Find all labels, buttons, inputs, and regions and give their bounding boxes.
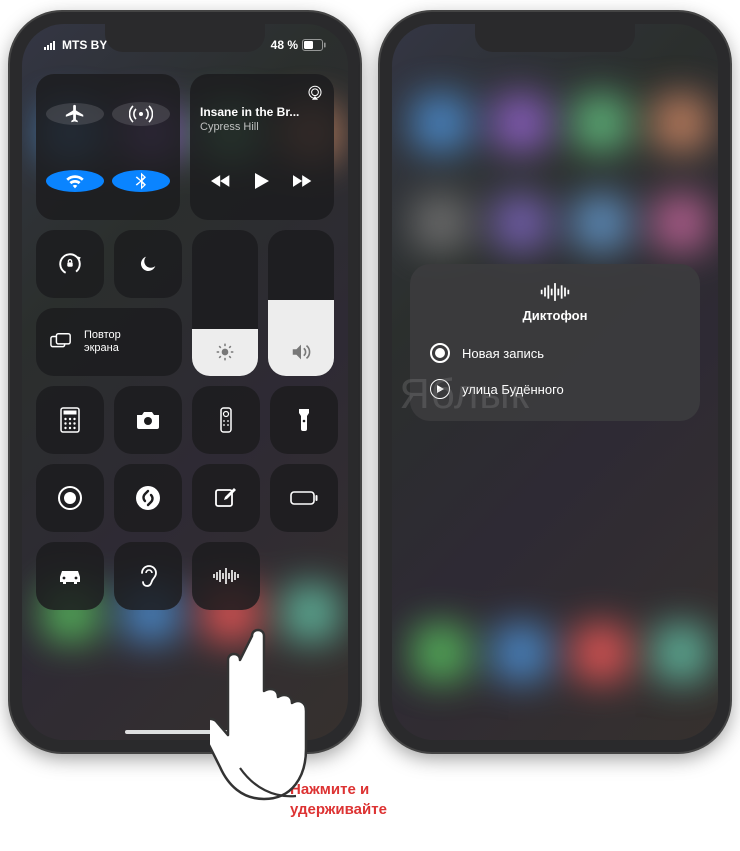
voice-memo-panel: Диктофон Новая запись улица Будённого bbox=[410, 264, 700, 421]
shortcut-grid bbox=[36, 386, 334, 610]
compose-button[interactable] bbox=[192, 464, 260, 532]
camera-button[interactable] bbox=[114, 386, 182, 454]
remote-button[interactable] bbox=[192, 386, 260, 454]
remote-icon bbox=[220, 407, 232, 433]
brightness-slider[interactable] bbox=[192, 230, 258, 376]
connectivity-group[interactable] bbox=[36, 74, 180, 220]
voice-memo-icon bbox=[212, 567, 240, 585]
volume-slider[interactable] bbox=[268, 230, 334, 376]
low-power-icon bbox=[290, 491, 318, 505]
bluetooth-icon bbox=[131, 170, 151, 192]
forward-icon[interactable] bbox=[293, 173, 313, 189]
airplay-icon[interactable] bbox=[306, 84, 324, 102]
notch bbox=[475, 24, 635, 52]
new-recording-item[interactable]: Новая запись bbox=[426, 335, 684, 371]
notch bbox=[105, 24, 265, 52]
moon-icon bbox=[137, 253, 159, 275]
battery-icon bbox=[302, 39, 326, 51]
car-icon bbox=[56, 567, 84, 585]
panel-title: Диктофон bbox=[523, 308, 588, 323]
carrier-label: MTS BY bbox=[62, 38, 107, 52]
airplane-toggle[interactable] bbox=[46, 103, 104, 125]
volume-icon bbox=[290, 342, 312, 362]
play-icon[interactable] bbox=[255, 173, 269, 189]
rewind-icon[interactable] bbox=[211, 173, 231, 189]
battery-percent: 48 % bbox=[271, 38, 298, 52]
phone-frame-right: Диктофон Новая запись улица Будённого bbox=[380, 12, 730, 752]
shazam-icon bbox=[135, 485, 161, 511]
low-power-button[interactable] bbox=[270, 464, 338, 532]
item-label: улица Будённого bbox=[462, 382, 564, 397]
bluetooth-toggle[interactable] bbox=[112, 170, 170, 192]
screen-mirror-icon bbox=[50, 332, 72, 352]
voice-memo-button[interactable] bbox=[192, 542, 260, 610]
antenna-icon bbox=[129, 102, 153, 126]
car-button[interactable] bbox=[36, 542, 104, 610]
calculator-button[interactable] bbox=[36, 386, 104, 454]
screen-mirror-label: Повтор экрана bbox=[84, 329, 121, 355]
screen-record-icon bbox=[57, 485, 83, 511]
hearing-button[interactable] bbox=[114, 542, 182, 610]
cellular-toggle[interactable] bbox=[112, 102, 170, 126]
rotation-lock-button[interactable] bbox=[36, 230, 104, 298]
media-artist: Cypress Hill bbox=[200, 121, 259, 133]
shazam-button[interactable] bbox=[114, 464, 182, 532]
screen-mirroring-button[interactable]: Повтор экрана bbox=[36, 308, 182, 376]
brightness-icon bbox=[215, 342, 235, 362]
hand-pointer-icon bbox=[210, 620, 350, 810]
wifi-icon bbox=[64, 170, 86, 192]
media-title: Insane in the Br... bbox=[200, 105, 324, 119]
signal-icon bbox=[44, 40, 58, 50]
camera-icon bbox=[135, 410, 161, 430]
media-controls[interactable]: Insane in the Br... Cypress Hill bbox=[190, 74, 334, 220]
do-not-disturb-button[interactable] bbox=[114, 230, 182, 298]
screen-record-button[interactable] bbox=[36, 464, 104, 532]
recording-item[interactable]: улица Будённого bbox=[426, 371, 684, 407]
record-dot-icon bbox=[430, 343, 450, 363]
flashlight-button[interactable] bbox=[270, 386, 338, 454]
play-circle-icon bbox=[430, 379, 450, 399]
voice-memo-icon bbox=[538, 282, 572, 302]
airplane-icon bbox=[64, 103, 86, 125]
wifi-toggle[interactable] bbox=[46, 170, 104, 192]
flashlight-icon bbox=[297, 407, 311, 433]
calculator-icon bbox=[60, 407, 80, 433]
hearing-icon bbox=[137, 563, 159, 589]
rotation-lock-icon bbox=[57, 251, 83, 277]
compose-icon bbox=[214, 486, 238, 510]
screen-right: Диктофон Новая запись улица Будённого bbox=[392, 24, 718, 740]
item-label: Новая запись bbox=[462, 346, 544, 361]
